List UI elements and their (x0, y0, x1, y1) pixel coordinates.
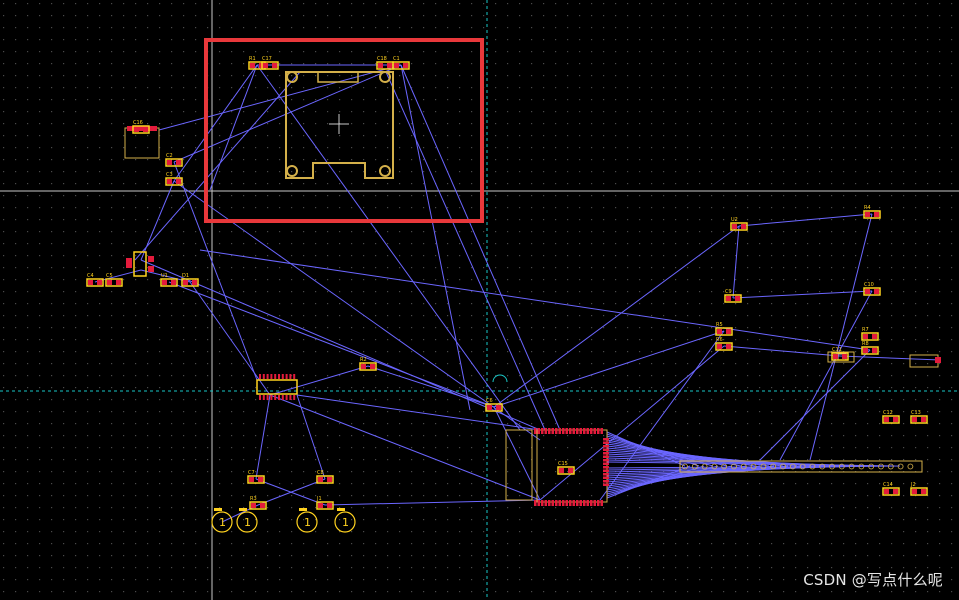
designator-label: C10 (864, 282, 874, 288)
designator-label: C11 (832, 347, 842, 353)
watermark-text: CSDN @写点什么呢 (803, 571, 943, 589)
designator-label: C5 (106, 273, 113, 279)
designator-label: R4 (864, 205, 871, 211)
test-point-label: 1 (244, 516, 251, 529)
designator-label: R6 (716, 337, 723, 343)
test-point-label: 1 (219, 516, 226, 529)
designator-label: C8 (317, 470, 324, 476)
designator-label: J1 (316, 496, 322, 502)
designator-label: U1 (161, 273, 168, 279)
designator-label: C2 (166, 153, 173, 159)
designator-label: C15 (558, 461, 568, 467)
designator-label: R8 (862, 341, 869, 347)
designator-label: C14 (883, 482, 893, 488)
designator-label: C4 (87, 273, 94, 279)
designator-label: R7 (862, 327, 869, 333)
designator-label: C13 (911, 410, 921, 416)
designator-label: R2 (360, 357, 367, 363)
designator-label: C16 (133, 120, 143, 126)
designator-label: U2 (731, 217, 738, 223)
designator-label: C3 (166, 172, 173, 178)
designator-label: J2 (910, 482, 916, 488)
designator-label: R3 (250, 496, 257, 502)
test-point-label: 1 (304, 516, 311, 529)
selection-highlight-box (204, 38, 484, 223)
designator-label: C7 (248, 470, 255, 476)
designator-label: D1 (182, 273, 189, 279)
test-point-label: 1 (342, 516, 349, 529)
designator-label: C6 (486, 398, 493, 404)
designator-label: C9 (725, 289, 732, 295)
designator-label: C12 (883, 410, 893, 416)
designator-label: R5 (716, 322, 723, 328)
